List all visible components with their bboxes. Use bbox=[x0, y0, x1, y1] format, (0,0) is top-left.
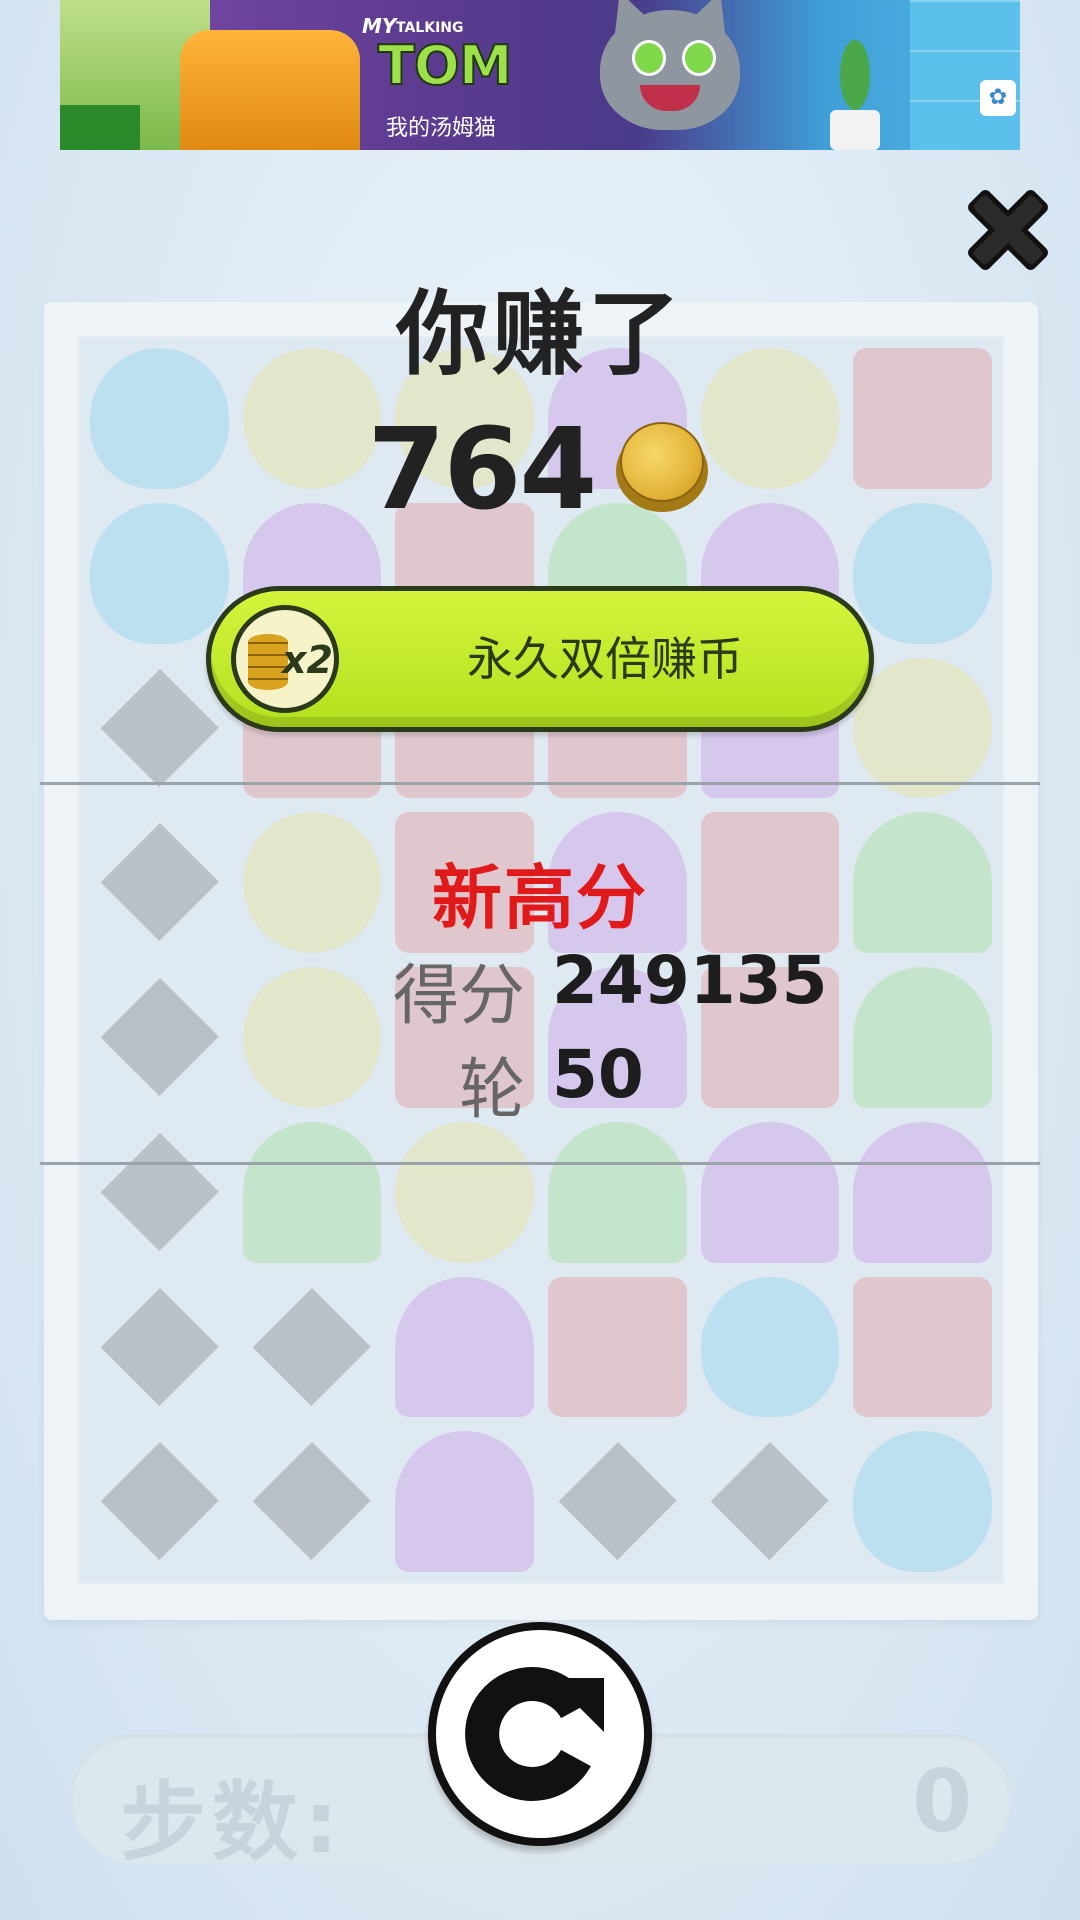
piece-black bbox=[701, 1431, 840, 1572]
piece-green bbox=[853, 967, 992, 1108]
double-icon-text: x2 bbox=[282, 638, 333, 682]
piece-yellow bbox=[853, 657, 992, 799]
piece-green bbox=[548, 1121, 687, 1263]
piece-black bbox=[90, 1277, 229, 1418]
ad-logo-tom: TOM bbox=[377, 33, 513, 98]
coins-earned-value: 764 bbox=[367, 405, 598, 535]
double-coins-button[interactable]: x2 永久双倍赚币 bbox=[206, 586, 874, 732]
ad-logo-chinese: 我的汤姆猫 bbox=[386, 116, 497, 141]
piece-purple bbox=[853, 1121, 992, 1263]
piece-red bbox=[853, 1276, 992, 1418]
piece-black bbox=[243, 1431, 382, 1572]
ad-banner[interactable]: MY TALKING TOM 我的汤姆猫 ✿ bbox=[60, 0, 1020, 150]
piece-purple bbox=[395, 1431, 534, 1572]
coin-icon bbox=[616, 422, 712, 518]
ad-plant-image bbox=[820, 40, 890, 150]
moves-label: 步数: bbox=[120, 1773, 345, 1873]
ad-chair-image bbox=[180, 30, 360, 150]
divider bbox=[40, 1162, 1040, 1165]
piece-purple bbox=[700, 1121, 840, 1263]
new-high-score-label: 新高分 bbox=[432, 857, 648, 939]
double-coins-label: 永久双倍赚币 bbox=[467, 632, 743, 686]
moves-value: 0 bbox=[912, 1752, 972, 1852]
score-value: 249135 bbox=[552, 942, 828, 1019]
ad-cat-image bbox=[570, 0, 770, 150]
piece-black bbox=[90, 967, 229, 1108]
piece-blue bbox=[853, 1431, 992, 1572]
earned-title: 你赚了 bbox=[395, 281, 684, 388]
piece-yellow bbox=[242, 967, 382, 1108]
piece-yellow bbox=[395, 1121, 534, 1263]
round-label: 轮 bbox=[459, 1051, 525, 1128]
piece-black bbox=[243, 1277, 382, 1418]
piece-green bbox=[242, 1121, 382, 1263]
piece-blue bbox=[700, 1276, 840, 1418]
piece-red bbox=[548, 1276, 687, 1418]
double-coins-icon: x2 bbox=[231, 605, 339, 713]
piece-black bbox=[90, 1122, 229, 1263]
piece-black bbox=[548, 1431, 687, 1572]
score-label: 得分 bbox=[393, 957, 525, 1034]
divider bbox=[40, 782, 1040, 785]
ad-tile-wall bbox=[910, 0, 1020, 150]
coins-earned-row: 764 bbox=[0, 405, 1080, 535]
paw-icon: ✿ bbox=[980, 80, 1016, 116]
ad-tv-image bbox=[60, 105, 140, 150]
piece-purple bbox=[395, 1276, 534, 1418]
restart-icon bbox=[465, 1667, 604, 1801]
round-value: 50 bbox=[552, 1036, 644, 1113]
piece-black bbox=[90, 1431, 229, 1572]
restart-button[interactable] bbox=[428, 1622, 652, 1846]
